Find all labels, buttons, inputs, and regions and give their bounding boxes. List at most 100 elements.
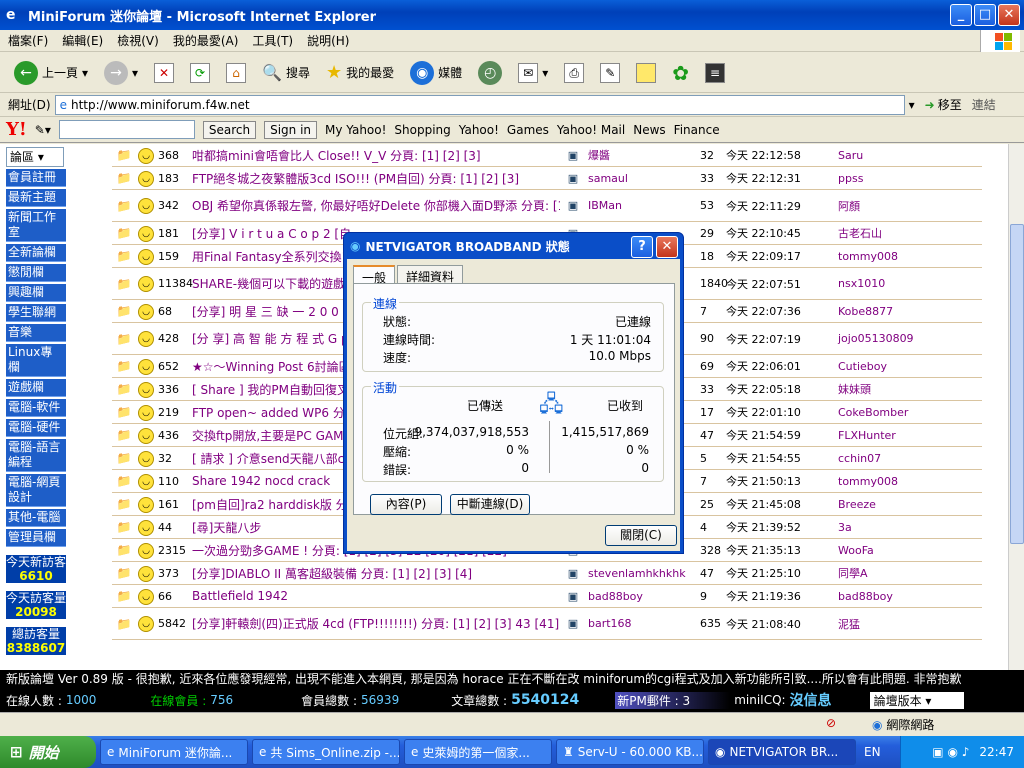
menu-view[interactable]: 檢視(V) (117, 32, 159, 49)
topic-title[interactable]: OBJ 希望你真係報左警, 你最好唔好Delete 你部機入面D野添 分頁: [… (188, 197, 560, 214)
topic-page-icon[interactable]: ▣ (560, 617, 586, 630)
search-button[interactable]: 🔍 搜尋 (256, 61, 316, 84)
topic-row[interactable]: 📁 ◡ 368 咁都搞mini會唔會比人 Close!! V_V 分頁: [1] [2… (112, 144, 982, 167)
sidebar-item[interactable]: 管理員欄 (6, 529, 66, 547)
home-button[interactable]: ⌂ (220, 61, 252, 85)
favorites-button[interactable]: ★ 我的最愛 (320, 60, 400, 85)
note-button[interactable] (630, 61, 662, 85)
yahoo-mail[interactable]: Yahoo! Mail (557, 123, 625, 137)
version-select[interactable]: 論壇版本 ▾ (869, 691, 964, 709)
topic-last-poster[interactable]: 古老石山 (836, 225, 976, 241)
dialog-close-button[interactable]: 關閉(C) (605, 525, 677, 546)
minimize-button[interactable]: _ (950, 4, 972, 26)
yahoo-finance[interactable]: Finance (674, 123, 720, 137)
yahoo-search-button[interactable]: Search (202, 120, 257, 139)
topic-row[interactable]: 📁 ◡ 342 OBJ 希望你真係報左警, 你最好唔好Delete 你部機入面D野添 … (112, 190, 982, 222)
sidebar-item[interactable]: 興趣欄 (6, 284, 66, 302)
topic-row[interactable]: 📁 ◡ 66 Battlefield 1942 ▣ bad88boy 9 今天 21:19:3… (112, 585, 982, 608)
topic-page-icon[interactable]: ▣ (560, 199, 586, 212)
yahoo-news[interactable]: News (633, 123, 665, 137)
topic-row[interactable]: 📁 ◡ 183 FTP絕冬城之夜繁體版3cd ISO!!! (PM自回) 分頁: [1… (112, 167, 982, 190)
topic-last-poster[interactable]: 妹妹頭 (836, 381, 976, 397)
topic-author[interactable]: bart168 (586, 617, 698, 630)
topic-last-poster[interactable]: Kobe8877 (836, 305, 976, 318)
language-indicator[interactable]: EN (864, 745, 881, 759)
topic-last-poster[interactable]: jojo05130809 (836, 332, 976, 345)
topic-title[interactable]: Battlefield 1942 (188, 589, 560, 603)
topic-last-poster[interactable]: FLXHunter (836, 429, 976, 442)
topic-last-poster[interactable]: ppss (836, 172, 976, 185)
topic-author[interactable]: bad88boy (586, 590, 698, 603)
menu-edit[interactable]: 編輯(E) (62, 32, 103, 49)
topic-author[interactable]: 爆醬 (586, 147, 698, 163)
yahoo-games[interactable]: Games (507, 123, 549, 137)
topic-last-poster[interactable]: 3a (836, 521, 976, 534)
task-sims[interactable]: e共 Sims_Online.zip -... (252, 739, 400, 765)
yahoo-shopping[interactable]: Shopping (394, 123, 450, 137)
yahoo-home[interactable]: Yahoo! (459, 123, 499, 137)
address-dropdown-icon[interactable]: ▾ (909, 98, 915, 112)
yahoo-my[interactable]: My Yahoo! (325, 123, 386, 137)
topic-last-poster[interactable]: WooFa (836, 544, 976, 557)
topic-author[interactable]: IBMan (586, 199, 698, 212)
yahoo-search-input[interactable] (58, 120, 195, 139)
topic-last-poster[interactable]: cchin07 (836, 452, 976, 465)
sidebar-item[interactable]: 遊戲欄 (6, 379, 66, 397)
dialog-close-icon[interactable]: ✕ (656, 236, 678, 258)
sidebar-item[interactable]: 學生聯網 (6, 304, 66, 322)
edit-button[interactable]: ✎ (594, 61, 626, 85)
topic-author[interactable]: stevenlamhkhkhk (586, 567, 698, 580)
menu-help[interactable]: 說明(H) (307, 32, 349, 49)
sidebar-item[interactable]: 全新論欄 (6, 244, 66, 262)
yahoo-signin-button[interactable]: Sign in (264, 120, 318, 139)
sidebar-item[interactable]: 電腦-網頁設計 (6, 474, 66, 507)
sidebar-item[interactable]: 最新主題 (6, 189, 66, 207)
menu-tools[interactable]: 工具(T) (252, 32, 293, 49)
sidebar-item[interactable]: 會員註冊 (6, 169, 66, 187)
topic-last-poster[interactable]: 泥猛 (836, 616, 976, 632)
task-netvigator[interactable]: ◉ NETVIGATOR BR... (708, 739, 856, 765)
history-button[interactable]: ◴ (472, 59, 508, 87)
disconnect-button[interactable]: 中斷連線(D) (450, 494, 530, 515)
pm-link[interactable]: 新PM郵件 : 3 (615, 691, 731, 709)
refresh-button[interactable]: ⟳ (184, 61, 216, 85)
topic-last-poster[interactable]: Breeze (836, 498, 976, 511)
topic-title[interactable]: [分享]軒轅劍(四)正式版 4cd (FTP!!!!!!!!) 分頁: [1] … (188, 615, 560, 632)
menu-file[interactable]: 檔案(F) (8, 32, 48, 49)
address-input[interactable]: e http://www.miniforum.f4w.net (54, 94, 905, 115)
topic-page-icon[interactable]: ▣ (560, 567, 586, 580)
scroll-thumb[interactable] (1010, 224, 1024, 544)
topic-last-poster[interactable]: tommy008 (836, 475, 976, 488)
topic-title[interactable]: [分享]DIABLO II 萬客超級裝備 分頁: [1] [2] [3] [4] (188, 565, 560, 582)
go-button[interactable]: ➜ 移至 (919, 96, 968, 113)
close-button[interactable]: ✕ (998, 4, 1020, 26)
task-miniforum[interactable]: e MiniForum 迷你論... (100, 739, 248, 765)
media-button[interactable]: ◉ 媒體 (404, 59, 468, 87)
board-select[interactable]: 論區 ▾ (6, 147, 64, 167)
tray-icons[interactable]: ▣ ◉ ♪ (932, 745, 969, 759)
topic-last-poster[interactable]: 阿顏 (836, 198, 976, 214)
topic-author[interactable]: samaul (586, 172, 698, 185)
task-servu[interactable]: ♜ Serv-U - 60.000 KB... (556, 739, 704, 765)
topic-page-icon[interactable]: ▣ (560, 590, 586, 603)
forward-button[interactable]: → ▾ (98, 59, 144, 87)
sidebar-item[interactable]: 音樂 (6, 324, 66, 342)
links-button[interactable]: 連結 (972, 96, 996, 113)
pencil-icon[interactable]: ✎▾ (35, 123, 51, 137)
sidebar-item[interactable]: 懲閒欄 (6, 264, 66, 282)
topic-last-poster[interactable]: 同學A (836, 565, 976, 581)
topic-last-poster[interactable]: nsx1010 (836, 277, 976, 290)
task-slime[interactable]: e 史萊姆的第一個家... (404, 739, 552, 765)
start-button[interactable]: ⊞ 開始 (0, 736, 96, 768)
vertical-scrollbar[interactable] (1008, 144, 1024, 670)
sidebar-item[interactable]: 其他-電腦 (6, 509, 66, 527)
sidebar-item[interactable]: Linux專欄 (6, 344, 66, 377)
topic-last-poster[interactable]: bad88boy (836, 590, 976, 603)
topic-page-icon[interactable]: ▣ (560, 172, 586, 185)
maximize-button[interactable]: □ (974, 4, 996, 26)
sidebar-item[interactable]: 新聞工作室 (6, 209, 66, 242)
stop-button[interactable]: ✕ (148, 61, 180, 85)
properties-button[interactable]: 內容(P) (370, 494, 442, 515)
topic-page-icon[interactable]: ▣ (560, 149, 586, 162)
topic-last-poster[interactable]: CokeBomber (836, 406, 976, 419)
